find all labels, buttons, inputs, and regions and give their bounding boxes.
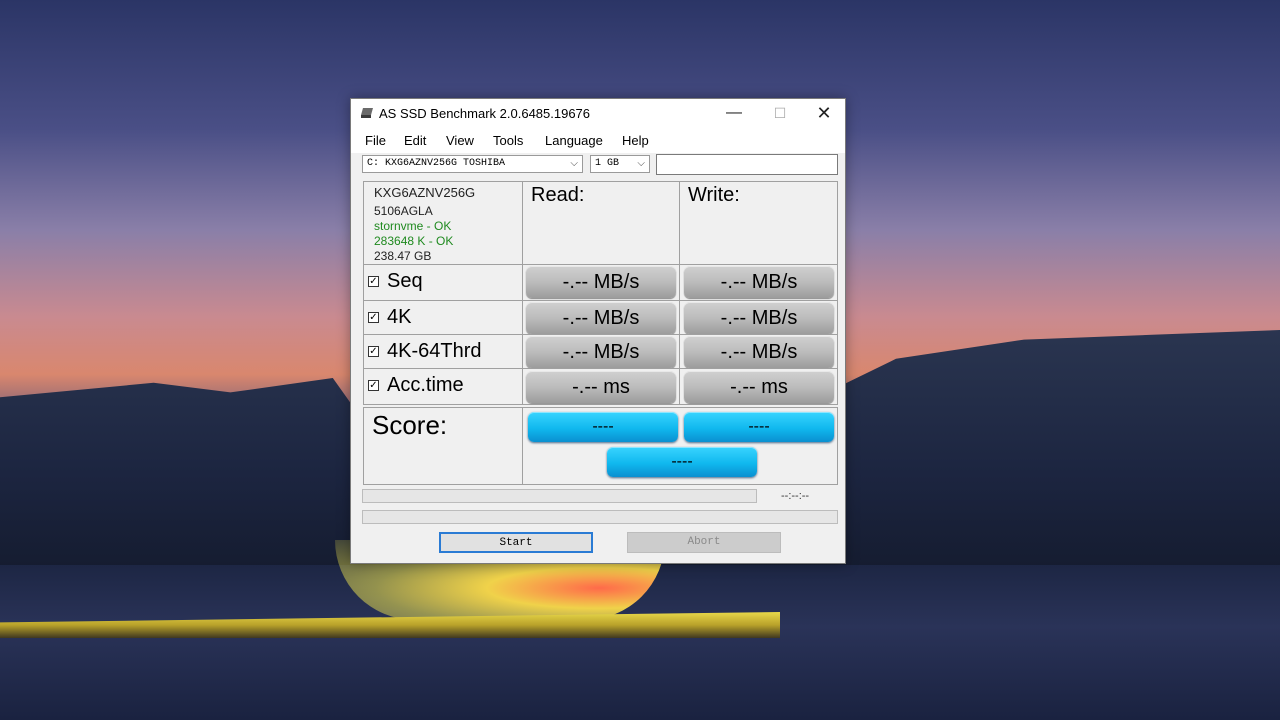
size-select[interactable]: 1 GB ⌵ xyxy=(590,155,650,173)
progress-bar-1 xyxy=(362,489,757,503)
4k64-checkbox[interactable]: ✓ xyxy=(368,346,379,357)
row-seq: ✓ Seq xyxy=(363,264,523,301)
4k-write-value: -.-- MB/s xyxy=(684,302,834,334)
row-acctime: ✓ Acc.time xyxy=(363,368,523,405)
disk-icon xyxy=(361,108,373,118)
acctime-label: Acc.time xyxy=(387,374,464,396)
driver-status: stornvme - OK xyxy=(374,219,452,233)
row-4k64: ✓ 4K-64Thrd xyxy=(363,334,523,369)
drive-firmware: 5106AGLA xyxy=(374,204,433,218)
size-select-value: 1 GB xyxy=(595,158,620,169)
drive-capacity: 238.47 GB xyxy=(374,249,432,263)
row-4k: ✓ 4K xyxy=(363,300,523,335)
acctime-checkbox[interactable]: ✓ xyxy=(368,380,379,391)
start-button[interactable]: Start xyxy=(439,532,593,553)
score-label: Score: xyxy=(372,410,448,440)
chevron-down-icon: ⌵ xyxy=(570,158,578,169)
4k64-write-value: -.-- MB/s xyxy=(684,336,834,368)
row-label-acctime[interactable]: ✓ Acc.time xyxy=(368,374,464,397)
4k-checkbox[interactable]: ✓ xyxy=(368,312,379,323)
close-button[interactable]: ✕ xyxy=(801,99,847,129)
seq-checkbox[interactable]: ✓ xyxy=(368,276,379,287)
drive-select[interactable]: C: KXG6AZNV256G TOSHIBA ⌵ xyxy=(362,155,583,173)
menu-language[interactable]: Language xyxy=(545,133,603,148)
drive-select-value: C: KXG6AZNV256G TOSHIBA xyxy=(367,158,506,169)
text-field[interactable] xyxy=(656,154,838,175)
read-header: Read: xyxy=(531,184,585,206)
seq-write-value: -.-- MB/s xyxy=(684,266,834,298)
app-window: AS SSD Benchmark 2.0.6485.19676 — ☐ ✕ Fi… xyxy=(350,98,846,564)
score-total: ---- xyxy=(607,447,757,477)
menu-tools[interactable]: Tools xyxy=(493,133,523,148)
acctime-read-value: -.-- ms xyxy=(526,371,676,403)
maximize-button[interactable]: ☐ xyxy=(757,99,803,129)
write-header: Write: xyxy=(688,184,740,206)
menu-edit[interactable]: Edit xyxy=(404,133,426,148)
menu-bar: File Edit View Tools Language Help xyxy=(351,129,845,153)
abort-button[interactable]: Abort xyxy=(627,532,781,553)
drive-model: KXG6AZNV256G xyxy=(374,185,476,200)
4k64-read-value: -.-- MB/s xyxy=(526,336,676,368)
4k64-label: 4K-64Thrd xyxy=(387,340,482,362)
4k-label: 4K xyxy=(387,306,412,328)
row-label-4k[interactable]: ✓ 4K xyxy=(368,306,411,329)
acctime-write-value: -.-- ms xyxy=(684,371,834,403)
seq-read-value: -.-- MB/s xyxy=(526,266,676,298)
title-bar[interactable]: AS SSD Benchmark 2.0.6485.19676 — ☐ ✕ xyxy=(351,99,845,129)
menu-file[interactable]: File xyxy=(365,133,386,148)
seq-label: Seq xyxy=(387,270,423,292)
progress-bar-2 xyxy=(362,510,838,524)
4k-read-value: -.-- MB/s xyxy=(526,302,676,334)
score-write: ---- xyxy=(684,412,834,442)
elapsed-time: --:--:-- xyxy=(781,490,810,502)
window-title: AS SSD Benchmark 2.0.6485.19676 xyxy=(379,106,591,121)
write-header-panel: Write: xyxy=(679,181,838,265)
menu-help[interactable]: Help xyxy=(622,133,649,148)
alignment-status: 283648 K - OK xyxy=(374,234,454,248)
row-label-seq[interactable]: ✓ Seq xyxy=(368,270,423,293)
score-panel: Score: xyxy=(363,407,523,485)
drive-info-panel: KXG6AZNV256G 5106AGLA stornvme - OK 2836… xyxy=(363,181,523,265)
menu-view[interactable]: View xyxy=(446,133,474,148)
score-read: ---- xyxy=(528,412,678,442)
row-label-4k64[interactable]: ✓ 4K-64Thrd xyxy=(368,340,482,363)
minimize-button[interactable]: — xyxy=(711,99,757,129)
read-header-panel: Read: xyxy=(522,181,680,265)
chevron-down-icon: ⌵ xyxy=(637,158,645,169)
